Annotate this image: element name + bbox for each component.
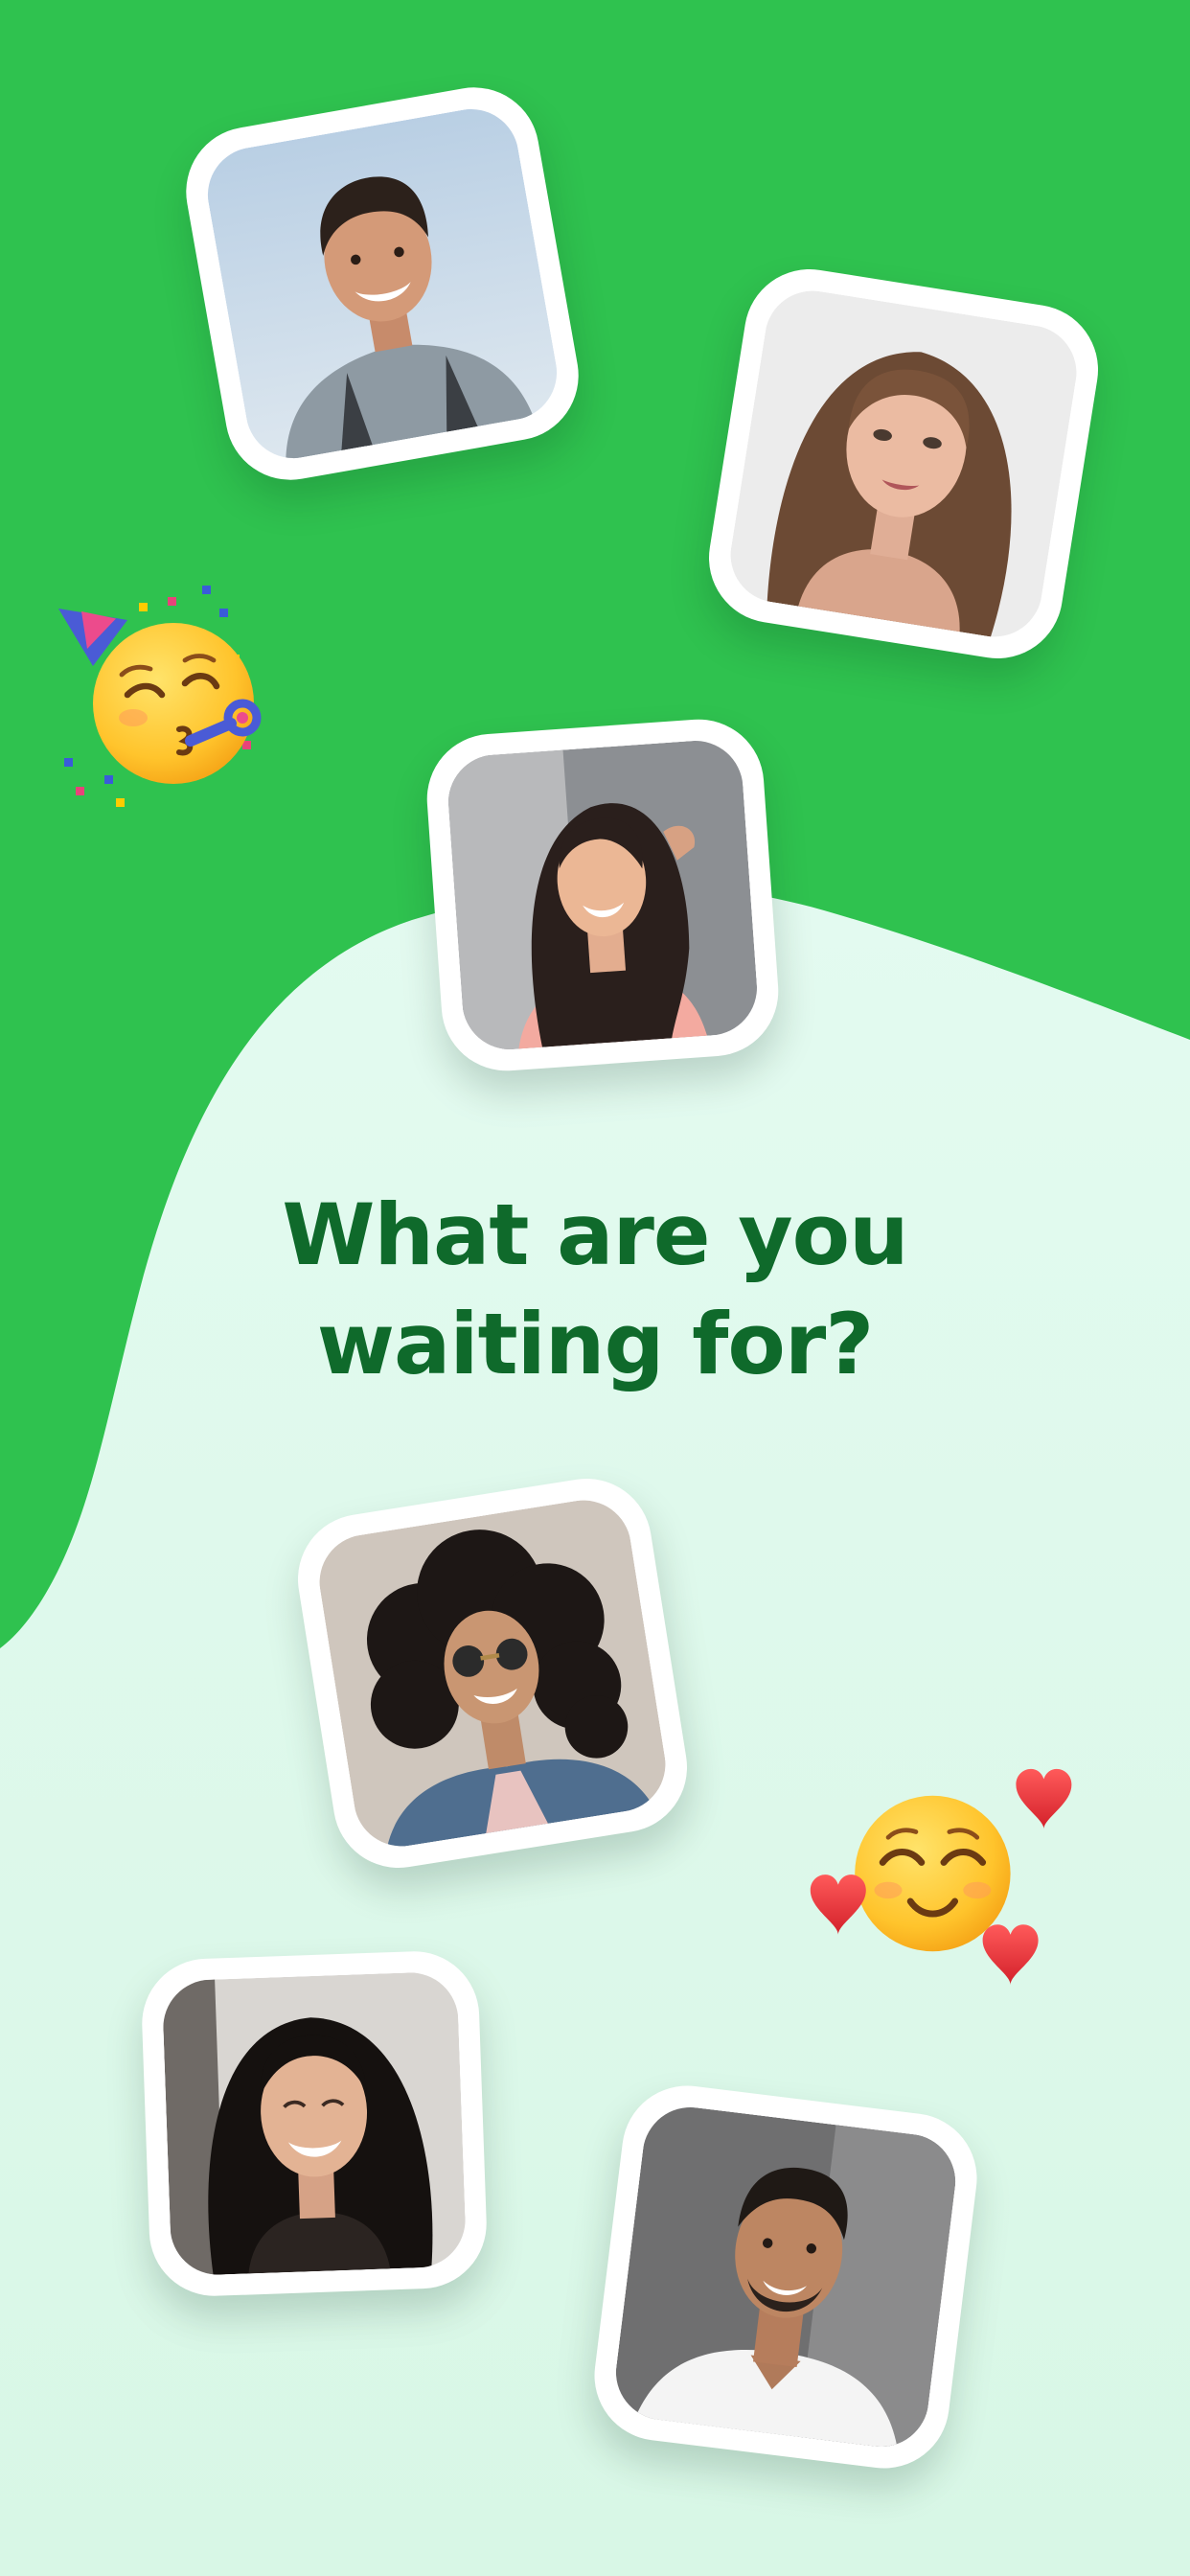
headline-line-2: waiting for? xyxy=(316,1295,875,1393)
profile-card-woman-brown-hair[interactable] xyxy=(699,260,1108,668)
profile-card-woman-smiling-long-hair[interactable] xyxy=(139,1948,490,2299)
profile-card-woman-laughing-dark-hair[interactable] xyxy=(423,715,783,1075)
profile-photo xyxy=(445,737,761,1053)
profile-card-man-white-tshirt[interactable] xyxy=(586,2078,985,2476)
profile-card-woman-curly-hair-sunglasses[interactable] xyxy=(288,1469,697,1877)
partying-face-emoji xyxy=(53,580,340,867)
profile-photo xyxy=(312,1493,673,1853)
profile-photo xyxy=(200,102,564,466)
woman-portrait-image xyxy=(723,284,1084,644)
page-title: What are you waiting for? xyxy=(0,1181,1190,1399)
man-portrait-image xyxy=(200,102,564,466)
profile-photo xyxy=(723,284,1084,644)
woman-curly-hair-image xyxy=(312,1493,673,1853)
profile-card-smiling-man-outdoors[interactable] xyxy=(175,77,589,491)
profile-photo xyxy=(161,1970,468,2277)
smiling-face-with-hearts-emoji xyxy=(805,1735,1083,2012)
onboarding-screen: What are you waiting for? xyxy=(0,0,1190,2576)
profile-photo xyxy=(610,2102,961,2452)
woman-smiling-image xyxy=(161,1970,468,2277)
man-white-tshirt-image xyxy=(610,2102,961,2452)
headline-line-1: What are you xyxy=(282,1185,908,1284)
woman-laughing-image xyxy=(445,737,761,1053)
